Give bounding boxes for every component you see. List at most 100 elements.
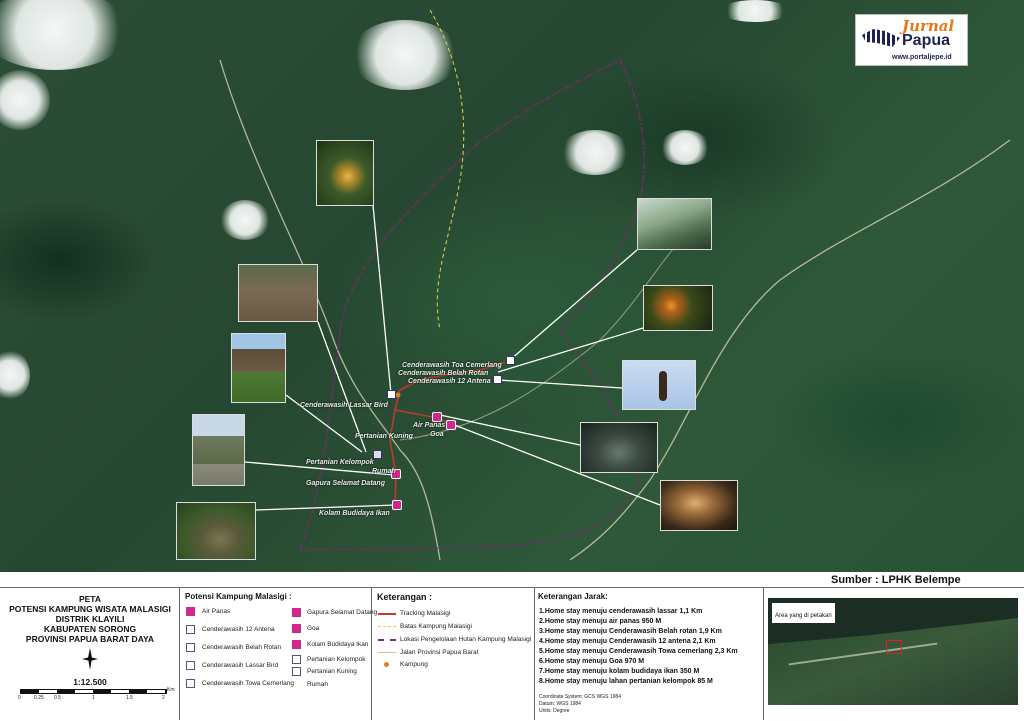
jarak-item: 5.Home stay menuju Cenderawasih Towa cem… xyxy=(539,648,738,655)
crs-info: Units: Degree xyxy=(539,708,570,714)
marker-pertanian-kelompok[interactable] xyxy=(373,450,382,459)
map-title-2: POTENSI KAMPUNG WISATA MALASIGI xyxy=(9,604,171,614)
photo-pertanian-kuning xyxy=(238,264,318,322)
title-block: PETA POTENSI KAMPUNG WISATA MALASIGI DIS… xyxy=(0,588,180,720)
potensi-item: Pertanian Kuning xyxy=(307,668,357,675)
keterangan-item: Kampung xyxy=(400,661,428,668)
label-pertanian-kuning: Pertanian Kuning xyxy=(355,433,413,440)
keterangan-item: Jalan Provinsi Papua Barat xyxy=(400,649,479,656)
map-lines xyxy=(219,9,1011,561)
goa-icon xyxy=(292,624,301,633)
keterangan-item: Lokasi Pengelolaan Hutan Kampung Malasig… xyxy=(400,636,532,643)
potensi-item: Rumah xyxy=(307,681,328,688)
potensi-item: Goa xyxy=(307,625,320,632)
marker-air-panas[interactable] xyxy=(432,412,442,422)
inset-map[interactable]: Area yang di petakan xyxy=(768,598,1018,705)
scale-tick: 0.25 xyxy=(34,695,44,701)
farm-icon xyxy=(292,667,301,676)
scale-tick: 2 xyxy=(162,695,165,701)
scale-ratio: 1:12.500 xyxy=(73,677,107,687)
batas-line-icon xyxy=(378,626,396,627)
label-air-panas: Air Panas xyxy=(413,422,446,429)
keterangan-header: Keterangan : xyxy=(377,592,433,602)
scale-tick: 0.5 xyxy=(54,695,61,701)
potensi-header: Potensi Kampung Malasigi : xyxy=(185,592,292,601)
jarak-item: 8.Home stay menuju lahan pertanian kelom… xyxy=(539,678,713,685)
kampung-dot xyxy=(395,392,401,398)
marker-cenderawasih-toa[interactable] xyxy=(506,356,515,365)
hutan-line-icon xyxy=(378,639,396,641)
map-title-3: DISTRIK KLAYILI xyxy=(55,614,125,624)
batas-kampung xyxy=(429,9,465,331)
farm-icon xyxy=(292,655,301,664)
north-arrow-icon xyxy=(82,648,98,670)
photo-goa xyxy=(660,480,738,531)
inset-label: Area yang di petakan xyxy=(775,613,832,619)
photo-gapura xyxy=(192,414,245,486)
keterangan-item: Batas Kampung Malasigi xyxy=(400,623,472,630)
keterangan-block: Keterangan : Tracking Malasigi Batas Kam… xyxy=(372,588,535,720)
logo-url: www.portaljepe.id xyxy=(892,54,952,61)
jarak-item: 6.Home stay menuju Goa 970 M xyxy=(539,658,645,665)
papua-map-icon xyxy=(862,29,900,47)
air-panas-icon xyxy=(186,607,195,616)
bird-icon xyxy=(186,643,195,652)
kampung-dot-icon xyxy=(384,662,389,667)
bird-silhouette-icon xyxy=(659,371,667,401)
potensi-item: Cenderawasih Belah Rotan xyxy=(202,644,282,651)
label-cenderawasih-lassar: Cenderawasih Lassar Bird xyxy=(300,402,388,409)
marker-cenderawasih-12[interactable] xyxy=(493,375,502,384)
label-kolam: Kolam Budidaya Ikan xyxy=(319,510,390,517)
label-cenderawasih-12: Cenderawasih 12 Antena xyxy=(408,378,491,385)
photo-air-panas xyxy=(580,422,658,473)
photo-cenderawasih-12 xyxy=(622,360,696,410)
jarak-item: 4.Home stay menuju Cenderawasih 12 anten… xyxy=(539,638,716,645)
jurnal-papua-logo: Jurnal Papua www.portaljepe.id xyxy=(855,14,968,66)
satellite-map[interactable]: Cenderawasih Toa Cemerlang Cenderawasih … xyxy=(0,0,1024,572)
photo-cenderawasih-lassar xyxy=(316,140,374,206)
map-title-5: PROVINSI PAPUA BARAT DAYA xyxy=(25,634,155,644)
marker-cenderawasih-lassar[interactable] xyxy=(387,390,396,399)
photo-kolam xyxy=(176,502,256,560)
inset-area-box xyxy=(886,640,902,654)
crs-info: Coordinate System: GCS WGS 1984 xyxy=(539,694,621,700)
legend-panel: PETA POTENSI KAMPUNG WISATA MALASIGI DIS… xyxy=(0,587,1024,721)
bird-icon xyxy=(186,625,195,634)
scale-tick: 1.5 xyxy=(126,695,133,701)
road-jalan-provinsi-east xyxy=(569,139,1011,561)
map-title-4: KABUPATEN SORONG xyxy=(43,624,137,634)
label-rumah: Rumah xyxy=(372,468,396,475)
scale-unit: Km xyxy=(167,687,175,693)
jarak-item: 7.Home stay menuju kolam budidaya ikan 3… xyxy=(539,668,700,675)
gapura-icon xyxy=(292,608,301,617)
jarak-item: 1.Home stay menuju cenderawasih lassar 1… xyxy=(539,608,703,615)
potensi-item: Pertanian Kelompok xyxy=(307,656,366,663)
jarak-item: 3.Home stay menuju Cenderawasih Belah ro… xyxy=(539,628,722,635)
marker-kolam[interactable] xyxy=(392,500,402,510)
keterangan-item: Tracking Malasigi xyxy=(400,610,451,617)
jarak-item: 2.Home stay menuju air panas 950 M xyxy=(539,618,662,625)
potensi-block: Potensi Kampung Malasigi : Air Panas Cen… xyxy=(180,588,377,720)
marker-goa[interactable] xyxy=(446,420,456,430)
label-goa: Goa xyxy=(430,431,444,438)
potensi-item: Cenderawasih 12 Antena xyxy=(202,626,275,633)
potensi-item: Air Panas xyxy=(202,608,231,615)
potensi-item: Kolam Budidaya Ikan xyxy=(307,641,369,648)
photo-rumah xyxy=(231,333,286,403)
tracking-line-icon xyxy=(378,613,396,615)
crs-info: Datum: WGS 1984 xyxy=(539,701,581,707)
potensi-item: Cenderawasih Towa Cemerlang xyxy=(202,680,295,687)
label-cenderawasih-toa: Cenderawasih Toa Cemerlang xyxy=(402,362,502,369)
inset-label-box: Area yang di petakan xyxy=(772,603,835,623)
source-label: Sumber : LPHK Belempe xyxy=(831,574,961,586)
jarak-header: Keterangan Jarak: xyxy=(538,592,608,601)
map-title-1: PETA xyxy=(78,594,102,604)
bird-icon xyxy=(186,661,195,670)
label-cenderawasih-belah: Cenderawasih Belah Rotan xyxy=(398,370,489,377)
potensi-item: Gapura Selamat Datang xyxy=(307,609,378,616)
scale-tick: 0 xyxy=(18,695,21,701)
photo-cenderawasih-toa xyxy=(637,198,712,250)
scale-tick: 1 xyxy=(92,695,95,701)
label-gapura: Gapura Selamat Datang xyxy=(306,480,385,487)
fish-icon xyxy=(292,640,301,649)
